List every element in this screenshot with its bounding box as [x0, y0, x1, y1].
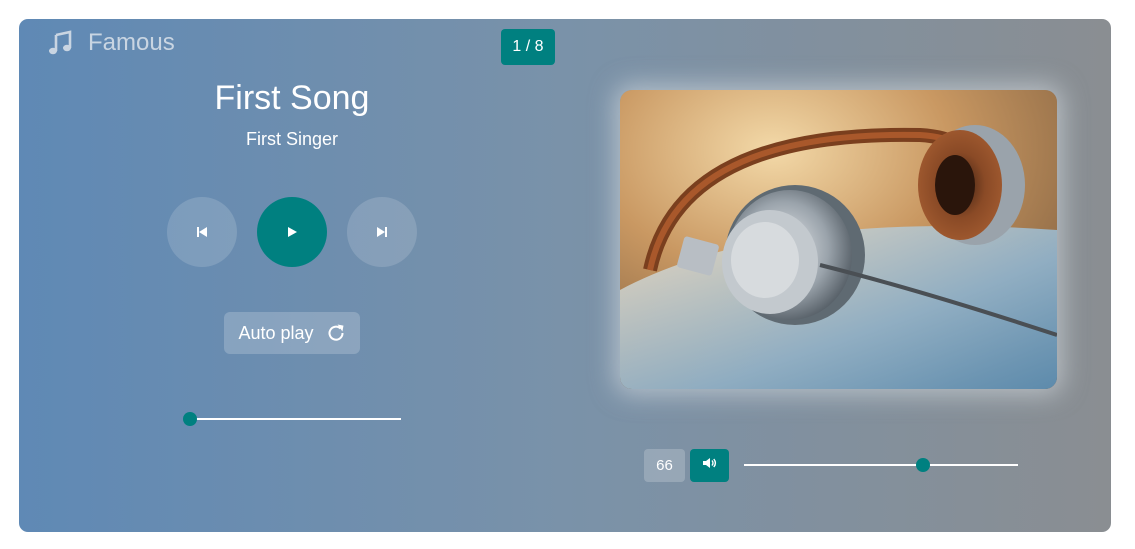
song-title: First Song — [214, 79, 370, 117]
song-artist: First Singer — [245, 129, 339, 149]
volume-thumb[interactable] — [915, 458, 930, 472]
volume-icon — [702, 456, 718, 475]
music-note-icon — [48, 30, 74, 56]
volume-track — [744, 464, 1018, 466]
album-art — [620, 90, 1057, 389]
music-player: Famous 1 / 8 First Song First Singer Aut… — [19, 19, 1111, 532]
autoplay-label: Auto play — [238, 322, 314, 343]
skip-next-icon — [375, 225, 389, 239]
skip-previous-icon — [195, 225, 209, 239]
volume-value: 66 — [644, 449, 685, 482]
brand-name: Famous — [88, 29, 175, 56]
progress-slider[interactable] — [183, 409, 401, 429]
track-counter: 1 / 8 — [501, 29, 555, 65]
brand: Famous — [48, 29, 175, 57]
volume-slider[interactable] — [744, 455, 1018, 475]
progress-track — [190, 418, 401, 420]
play-button[interactable] — [257, 197, 327, 267]
autoplay-button[interactable]: Auto play — [224, 312, 360, 354]
previous-button[interactable] — [167, 197, 237, 267]
mute-button[interactable] — [690, 449, 729, 482]
repeat-icon — [326, 323, 346, 343]
progress-thumb[interactable] — [183, 412, 197, 426]
next-button[interactable] — [347, 197, 417, 267]
play-icon — [285, 225, 299, 239]
